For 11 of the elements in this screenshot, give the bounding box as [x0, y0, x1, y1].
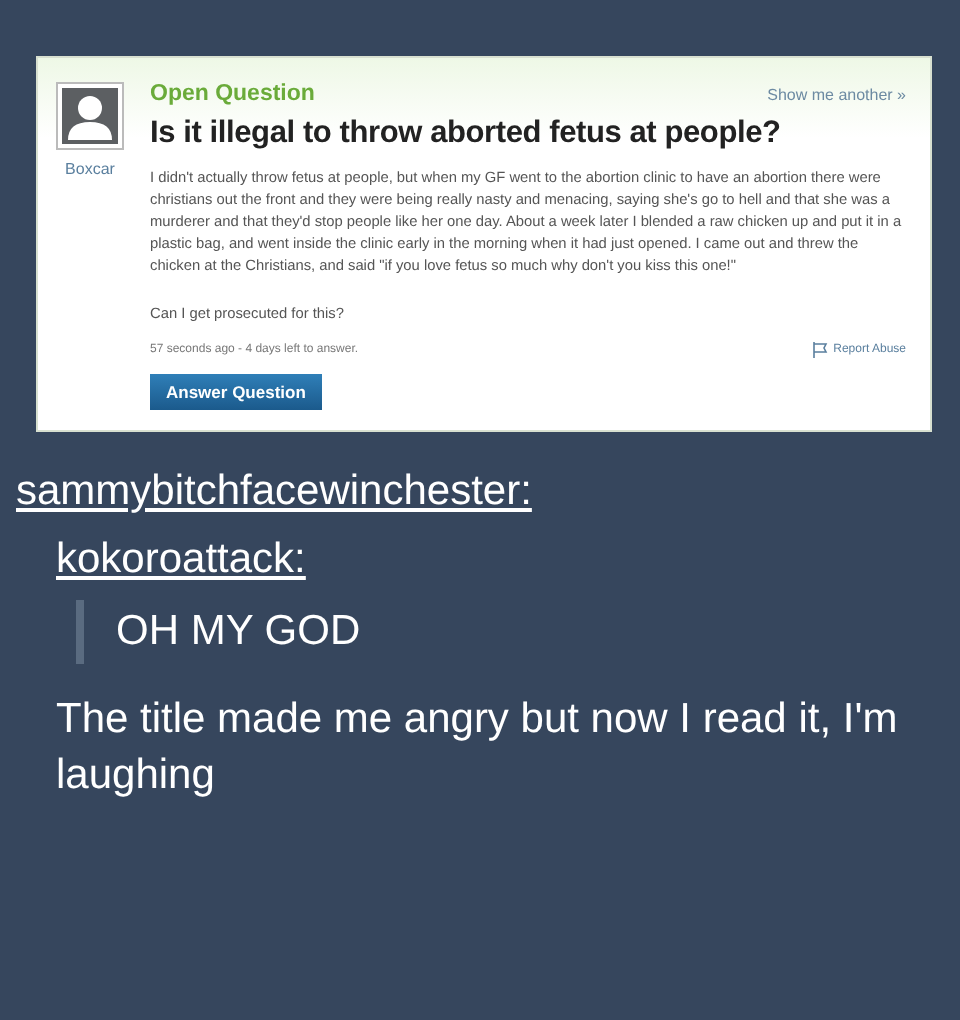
question-title: Is it illegal to throw aborted fetus at people?: [150, 116, 783, 152]
show-another-link[interactable]: Show me another »: [767, 86, 906, 104]
flag-icon: [811, 342, 828, 358]
reblog-username[interactable]: sammybitchfacewinchester:: [16, 468, 532, 516]
comment-text: The title made me angry but now I read it, I'm laughing: [56, 694, 900, 802]
username[interactable]: Boxcar: [65, 160, 115, 178]
reblog-username[interactable]: kokoroattack:: [56, 536, 960, 584]
answer-question-button[interactable]: Answer Question: [150, 374, 322, 410]
quote-text: OH MY GOD: [116, 608, 361, 654]
question-status: Open Question: [150, 82, 315, 106]
avatar-icon: [56, 82, 124, 150]
